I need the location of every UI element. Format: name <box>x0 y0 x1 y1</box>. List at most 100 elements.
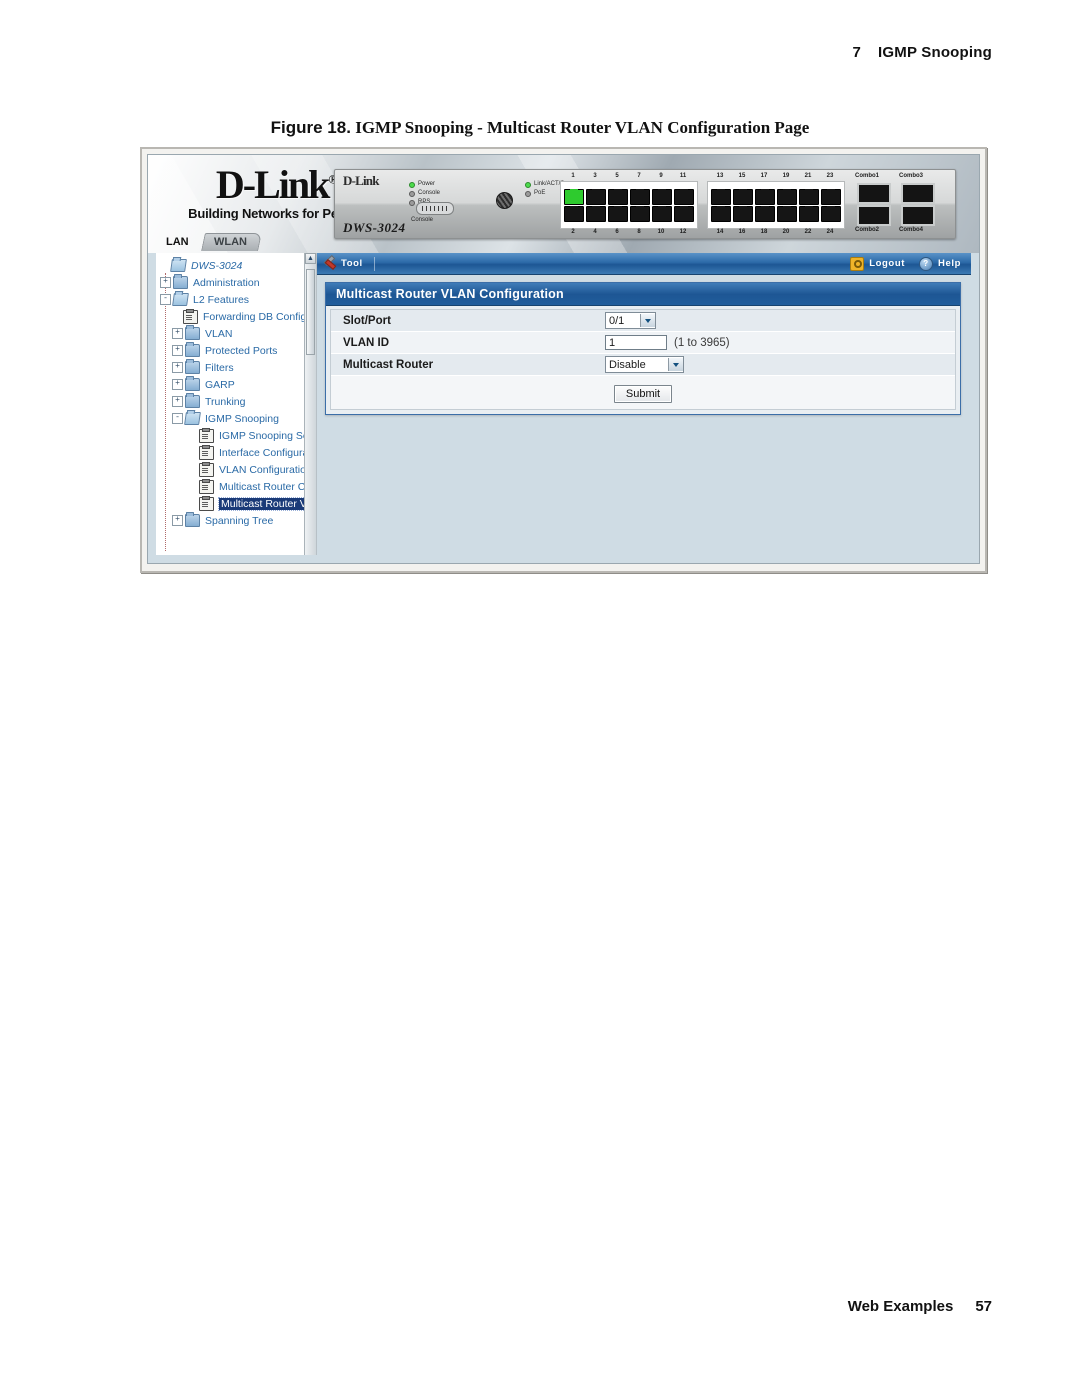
port-pair <box>607 188 629 222</box>
tree-item-multicast-router-configuration[interactable]: Multicast Router Co <box>158 478 316 495</box>
form-row-slot-port: Slot/Port 0/1 <box>331 310 955 332</box>
page-header: 7 IGMP Snooping <box>852 44 992 61</box>
config-panel: Multicast Router VLAN Configuration Slot… <box>325 282 961 415</box>
console-port-label: Console <box>411 217 434 223</box>
rj45-port-6-icon <box>608 205 628 222</box>
toolbar-tool-label: Tool <box>341 258 363 269</box>
mode-knob-icon <box>496 192 513 209</box>
rj45-port-21-icon <box>799 188 819 205</box>
port-pair <box>820 188 842 222</box>
chevron-down-icon[interactable] <box>668 358 683 371</box>
panel-body: Slot/Port 0/1 VLAN ID 1 (1 to 3965) Mult… <box>330 309 956 410</box>
form-row-vlan-id: VLAN ID 1 (1 to 3965) <box>331 332 955 354</box>
multicast-router-select[interactable]: Disable <box>605 356 684 373</box>
multicast-router-label: Multicast Router <box>343 358 434 371</box>
combo4-label: Combo4 <box>899 227 923 233</box>
rj45-port-2-icon <box>564 205 584 222</box>
rj45-port-23-icon <box>821 188 841 205</box>
vlan-id-input[interactable]: 1 <box>605 335 667 350</box>
tree-vertical-scrollbar[interactable]: ▲ <box>304 253 316 555</box>
figure-caption-text: IGMP Snooping - Multicast Router VLAN Co… <box>355 118 810 137</box>
port-pair <box>776 188 798 222</box>
chevron-down-icon[interactable] <box>640 314 655 327</box>
poe-led-icon <box>525 190 531 197</box>
port-bank-a <box>560 181 698 229</box>
expand-icon[interactable]: + <box>172 515 183 526</box>
tree-item-forwarding-db-configuration[interactable]: Forwarding DB Configu <box>158 308 316 325</box>
port-pair <box>651 188 673 222</box>
tree-item-vlan-configuration[interactable]: VLAN Configuration <box>158 461 316 478</box>
combo1-label: Combo1 <box>855 173 879 179</box>
tree-item-label: IGMP Snooping <box>205 412 279 425</box>
combo-port-group: Combo1 Combo3 Combo2 Combo4 <box>855 173 941 233</box>
vlan-id-range-hint: (1 to 3965) <box>674 336 730 349</box>
tree-item-l2-features[interactable]: - L2 Features <box>158 291 316 308</box>
port-pair <box>732 188 754 222</box>
tree-item-label: Multicast Router Co <box>219 480 312 493</box>
tree-item-filters[interactable]: + Filters <box>158 359 316 376</box>
expand-icon[interactable]: + <box>160 277 171 288</box>
submit-button[interactable]: Submit <box>613 385 673 403</box>
tab-lan-label: LAN <box>166 236 189 248</box>
screenshot-viewport: D-Link® Building Networks for People D-L… <box>147 154 980 564</box>
led-label-console: Console <box>418 190 441 196</box>
scrollbar-thumb[interactable] <box>306 269 315 355</box>
tree-item-igmp-snooping[interactable]: - IGMP Snooping <box>158 410 316 427</box>
tab-wlan[interactable]: WLAN <box>200 233 262 251</box>
tree-item-trunking[interactable]: + Trunking <box>158 393 316 410</box>
port-numbers-top-bank-a: 1 3 5 7 9 11 <box>571 173 687 179</box>
rj45-port-11-icon <box>674 188 694 205</box>
tree-item-spanning-tree[interactable]: + Spanning Tree <box>158 512 316 529</box>
tree-item-protected-ports[interactable]: + Protected Ports <box>158 342 316 359</box>
device-model-label: DWS-3024 <box>343 220 406 235</box>
rj45-port-22-icon <box>799 205 819 222</box>
rj45-port-14-icon <box>711 205 731 222</box>
port-numbers-bottom-bank-a: 2 4 6 8 10 12 <box>571 229 687 235</box>
expand-icon[interactable]: + <box>172 345 183 356</box>
toolbar-help-label: Help <box>938 258 961 269</box>
tree-item-label: DWS-3024 <box>191 259 243 272</box>
tree-item-garp[interactable]: + GARP <box>158 376 316 393</box>
folder-open-icon <box>170 259 187 272</box>
tab-wlan-label: WLAN <box>213 236 247 248</box>
expand-icon[interactable]: + <box>172 362 183 373</box>
content-area: Tool Logout ? Help Multicast Router VLAN… <box>317 253 971 555</box>
power-led-icon <box>409 181 415 188</box>
rj45-port-5-icon <box>608 188 628 205</box>
network-scope-tabs: LAN WLAN <box>156 233 262 251</box>
tree-toggle-none <box>188 431 197 440</box>
led-label-poe: PoE <box>534 190 546 196</box>
rj45-port-12-icon <box>674 205 694 222</box>
console-db9-port-icon <box>416 202 454 215</box>
port-pair <box>629 188 651 222</box>
rj45-port-18-icon <box>755 205 775 222</box>
console-led-icon <box>409 190 415 197</box>
combo4-slot-icon <box>901 205 935 226</box>
tab-lan[interactable]: LAN <box>156 234 201 251</box>
tree-item-multicast-router-vlan-configuration[interactable]: Multicast Router VL <box>158 495 316 512</box>
tree-item-vlan[interactable]: + VLAN <box>158 325 316 342</box>
tree-item-administration[interactable]: + Administration <box>158 274 316 291</box>
expand-icon[interactable]: + <box>172 396 183 407</box>
key-icon <box>850 256 865 271</box>
slot-port-select[interactable]: 0/1 <box>605 312 656 329</box>
tree-item-root[interactable]: DWS-3024 <box>158 257 316 274</box>
toolbar-logout-button[interactable]: Logout <box>850 256 905 271</box>
page-icon <box>199 444 214 460</box>
collapse-icon[interactable]: - <box>160 294 171 305</box>
collapse-icon[interactable]: - <box>172 413 183 424</box>
rj45-port-7-icon <box>630 188 650 205</box>
combo3-slot-icon <box>901 183 935 204</box>
expand-icon[interactable]: + <box>172 379 183 390</box>
tree-item-label: Protected Ports <box>205 344 278 357</box>
scroll-up-arrow-icon[interactable]: ▲ <box>305 253 316 264</box>
toolbar-help-button[interactable]: ? Help <box>919 256 961 271</box>
tree-item-igmp-snooping-settings[interactable]: IGMP Snooping Set <box>158 427 316 444</box>
toolbar-tool-button[interactable]: Tool <box>323 257 363 270</box>
tree-item-interface-configuration[interactable]: Interface Configura <box>158 444 316 461</box>
tree-item-label: Multicast Router VL <box>218 496 316 511</box>
tree-item-label: VLAN <box>205 327 233 340</box>
page-icon <box>199 478 214 494</box>
page-icon <box>199 461 214 477</box>
expand-icon[interactable]: + <box>172 328 183 339</box>
